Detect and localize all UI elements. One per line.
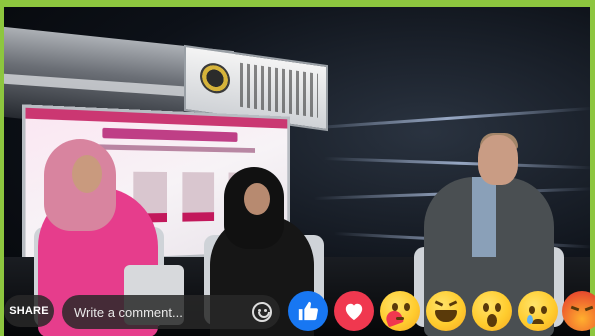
- face: [244, 183, 270, 215]
- frame-border-right: [590, 0, 595, 336]
- care-icon[interactable]: [380, 291, 420, 331]
- like-icon[interactable]: [288, 291, 328, 331]
- emoji-picker-icon[interactable]: [252, 302, 272, 322]
- comment-placeholder: Write a comment...: [74, 304, 183, 320]
- face: [478, 135, 518, 185]
- shirt: [472, 177, 496, 257]
- live-video-frame: SHARE Write a comment...: [0, 0, 595, 336]
- face: [72, 155, 102, 193]
- screen-title-graphic: [102, 127, 238, 142]
- sad-icon[interactable]: [518, 291, 558, 331]
- comment-input[interactable]: Write a comment...: [62, 295, 280, 329]
- share-button[interactable]: SHARE: [4, 295, 54, 327]
- light-streak: [323, 157, 590, 170]
- screen-subtitle-graphic: [91, 144, 256, 153]
- angry-icon[interactable]: [562, 291, 595, 331]
- university-emblem-icon: [200, 61, 230, 96]
- university-wordmark: [240, 62, 318, 118]
- frame-border-top: [0, 0, 595, 7]
- wow-icon[interactable]: [472, 291, 512, 331]
- haha-icon[interactable]: [426, 291, 466, 331]
- love-icon[interactable]: [334, 291, 374, 331]
- light-streak: [303, 106, 590, 130]
- video-scene[interactable]: [4, 7, 590, 336]
- speaker-card: [182, 172, 215, 222]
- share-label: SHARE: [9, 305, 49, 317]
